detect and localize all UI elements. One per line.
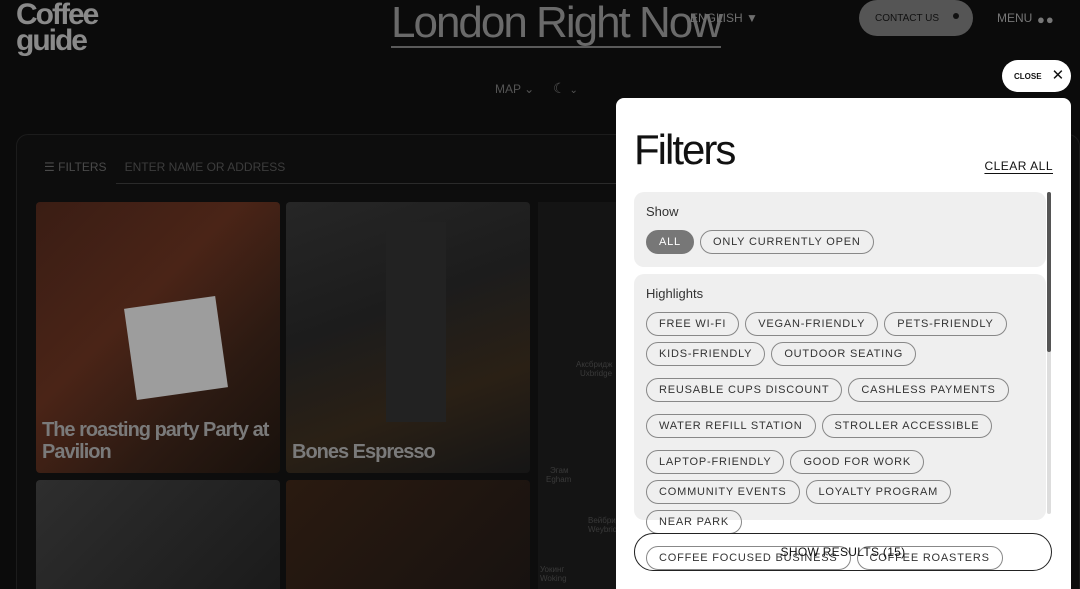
filters-modal: Filters CLEAR ALL Show ALL ONLY CURRENTL… [616,98,1071,589]
close-button[interactable]: CLOSE ✕ [1002,60,1071,92]
chip-loyalty-program[interactable]: LOYALTY PROGRAM [805,480,952,504]
cafe-card[interactable]: The roasting party Party at Pavilion [36,202,280,473]
cafe-card[interactable] [36,480,280,589]
show-section: Show ALL ONLY CURRENTLY OPEN [634,192,1046,267]
chip-free-wifi[interactable]: FREE WI-FI [646,312,740,336]
map-label: Uxbridge [580,369,613,378]
section-label: Show [646,204,679,219]
cafe-name: The roasting party Party at Pavilion [42,419,269,463]
cafe-card[interactable] [286,480,530,589]
map-label: MAP [495,82,521,96]
language-label: ENGLISH [690,11,743,25]
map-label: Аксбридж [576,360,613,369]
scrollbar-thumb[interactable] [1047,192,1051,352]
divider [116,183,616,184]
menu-label: MENU [997,11,1033,25]
chip-water-refill-station[interactable]: WATER REFILL STATION [646,414,816,438]
cafe-name: Bones Espresso [292,441,436,463]
map-label: Эгам [550,466,569,475]
menu-dots-icon: ●● [1037,12,1055,27]
close-label: CLOSE [1014,71,1042,81]
section-label: Highlights [646,286,704,301]
logo[interactable]: Coffee guide [16,0,99,57]
chip-all[interactable]: ALL [646,230,694,254]
chip-vegan-friendly[interactable]: VEGAN-FRIENDLY [745,312,879,336]
cafe-card[interactable]: Bones Espresso [286,202,530,473]
clear-all-button[interactable]: CLEAR ALL [984,159,1053,173]
chip-cashless-payments[interactable]: CASHLESS PAYMENTS [848,378,1009,402]
moon-icon: ☾ [553,80,566,96]
contact-us-button[interactable]: CONTACT US [859,0,973,36]
logo-line-2: guide [16,24,88,57]
language-selector[interactable]: ENGLISH ▼ [690,11,758,25]
chevron-down-icon: ⌄ [569,85,578,96]
chip-community-events[interactable]: COMMUNITY EVENTS [646,480,800,504]
menu-button[interactable]: MENU ●● [997,11,1054,27]
map-label: Woking [540,574,567,583]
page-title: London Right Now [391,0,723,48]
chip-kids-friendly[interactable]: KIDS-FRIENDLY [646,342,766,366]
theme-toggle[interactable]: ☾ ⌄ [553,80,578,97]
map-label: Уокинг [540,565,565,574]
triangle-down-icon: ▼ [746,11,758,25]
show-results-button[interactable]: SHOW RESULTS (15) [634,533,1052,571]
chip-outdoor-seating[interactable]: OUTDOOR SEATING [771,342,917,366]
dot-icon [953,13,959,19]
barista-image [386,222,446,422]
map-label: Egham [546,475,572,484]
filters-scrollbar[interactable] [1047,192,1051,514]
chip-good-for-work[interactable]: GOOD FOR WORK [790,450,925,474]
highlights-section: Highlights FREE WI-FI VEGAN-FRIENDLY PET… [634,274,1046,570]
map-view-selector[interactable]: MAP ⌄ [495,82,534,96]
map[interactable]: Аксбридж Uxbridge Эгам Egham Вейбридж We… [538,202,626,589]
cafe-name-line-2: Pavilion [42,441,112,463]
close-icon: ✕ [1051,67,1065,84]
chip-reusable-cups-discount[interactable]: REUSABLE CUPS DISCOUNT [646,378,843,402]
chip-laptop-friendly[interactable]: LAPTOP-FRIENDLY [646,450,785,474]
filters-toggle[interactable]: ☰ FILTERS [44,160,107,174]
sliders-icon: ☰ [44,160,55,174]
modal-title: Filters [634,126,736,173]
chip-pets-friendly[interactable]: PETS-FRIENDLY [884,312,1007,336]
chip-near-park[interactable]: NEAR PARK [646,510,742,534]
filter-bar: ☰ FILTERS ENTER NAME OR ADDRESS [44,160,285,174]
chip-stroller-accessible[interactable]: STROLLER ACCESSIBLE [821,414,993,438]
chip-only-currently-open[interactable]: ONLY CURRENTLY OPEN [699,230,874,254]
search-input[interactable]: ENTER NAME OR ADDRESS [125,160,286,174]
chevron-down-icon: ⌄ [524,82,535,96]
shop-sign-image [124,296,228,400]
filters-label: FILTERS [58,160,107,174]
cafe-name-line-1: The roasting party Party at [42,419,269,441]
contact-us-label: CONTACT US [875,12,940,24]
